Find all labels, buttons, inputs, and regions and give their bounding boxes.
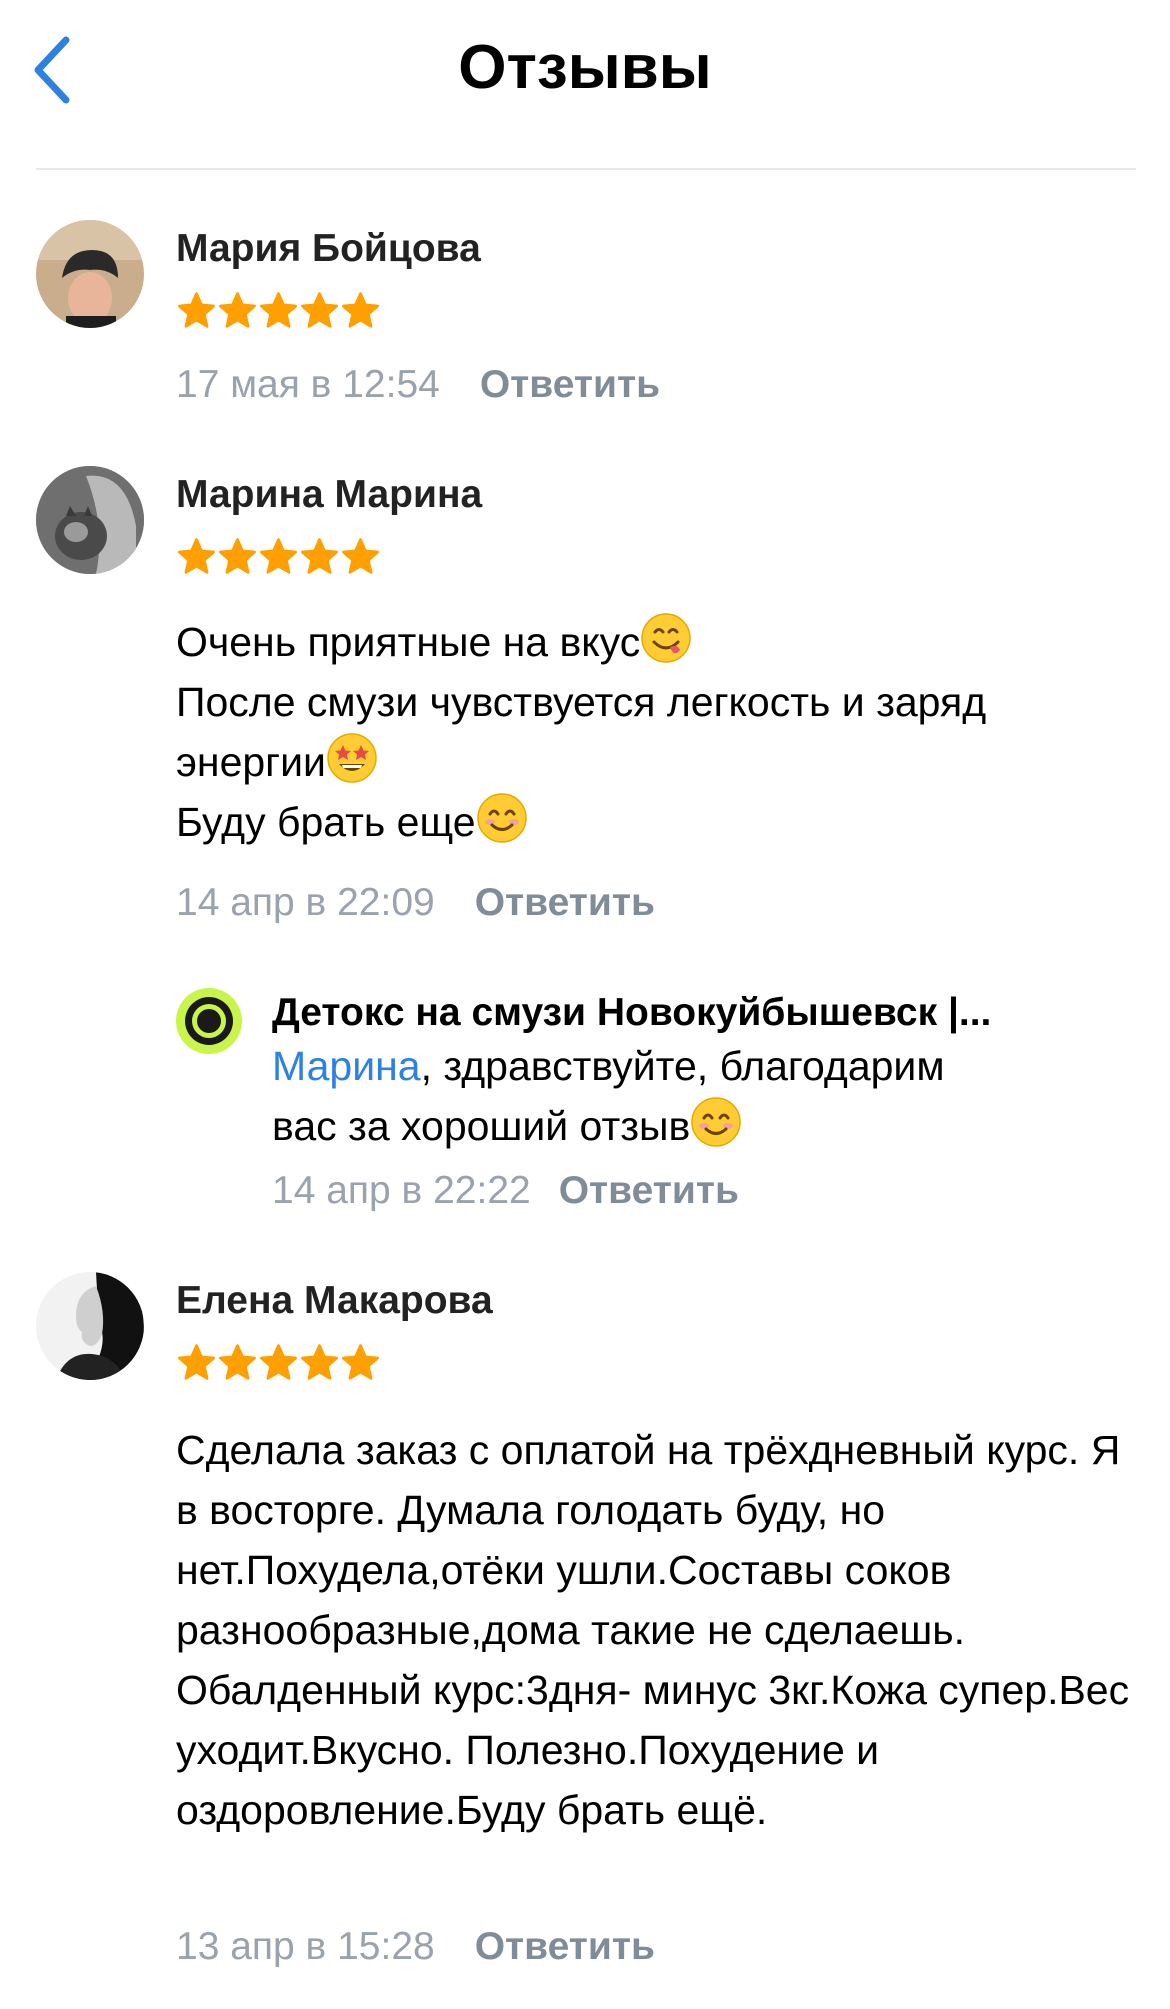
top-bar: Отзывы — [0, 0, 1170, 168]
star-icon — [258, 290, 299, 332]
review-text-line: энергии — [176, 739, 326, 785]
review-date: 14 апр в 22:09 — [176, 881, 435, 924]
review-text: Сделала заказ с оплатой на трёхдневный к… — [176, 1427, 1130, 1833]
group-logo-icon — [176, 988, 242, 1054]
star-icon — [340, 290, 381, 332]
avatar[interactable] — [36, 466, 144, 574]
reply-author[interactable]: Детокс на смузи Новокуйбышевск |... — [272, 990, 991, 1036]
review-date: 17 мая в 12:54 — [176, 363, 440, 406]
star-icon — [299, 536, 340, 578]
star-icon — [217, 1342, 258, 1384]
avatar[interactable] — [36, 220, 144, 328]
smiling-face-emoji — [690, 1096, 742, 1148]
mention-link[interactable]: Марина — [272, 1043, 421, 1089]
star-struck-emoji — [326, 732, 378, 784]
star-icon — [340, 536, 381, 578]
review-author[interactable]: Марина Марина — [176, 472, 482, 518]
reply-meta: 14 апр в 22:22 Ответить — [272, 1166, 739, 1216]
star-icon — [217, 290, 258, 332]
reply-date: 14 апр в 22:22 — [272, 1169, 531, 1212]
review-meta: 13 апр в 15:28 Ответить — [176, 1922, 655, 1972]
star-icon — [299, 1342, 340, 1384]
page-title: Отзывы — [458, 33, 712, 102]
star-icon — [299, 290, 340, 332]
review-date: 13 апр в 15:28 — [176, 1925, 435, 1968]
smiling-face-emoji — [476, 792, 528, 844]
star-icon — [217, 536, 258, 578]
review-text-line: Очень приятные на вкус — [176, 619, 641, 665]
star-icon — [176, 536, 217, 578]
review-text: Очень приятные на вкус После смузи чувст… — [176, 612, 1136, 852]
review-meta: 14 апр в 22:09 Ответить — [176, 878, 655, 928]
header-divider — [36, 168, 1136, 170]
reply-button[interactable]: Ответить — [559, 1169, 739, 1212]
rating-stars — [176, 290, 381, 332]
reply-text: Марина, здравствуйте, благодарим вас за … — [272, 1036, 1132, 1156]
reply-button[interactable]: Ответить — [475, 881, 655, 924]
star-icon — [258, 1342, 299, 1384]
reply-text-part: вас за хороший отзыв — [272, 1103, 691, 1149]
star-icon — [176, 290, 217, 332]
review-text-line: Буду брать еще — [176, 799, 476, 845]
star-icon — [258, 536, 299, 578]
face-savoring-food-emoji — [640, 612, 692, 664]
star-icon — [176, 1342, 217, 1384]
review-author[interactable]: Елена Макарова — [176, 1278, 493, 1324]
review-meta: 17 мая в 12:54 Ответить — [176, 360, 660, 410]
review-author[interactable]: Мария Бойцова — [176, 226, 481, 272]
reply-button[interactable]: Ответить — [475, 1925, 655, 1968]
reply-button[interactable]: Ответить — [480, 363, 660, 406]
avatar[interactable] — [36, 1272, 144, 1380]
rating-stars — [176, 536, 381, 578]
group-avatar[interactable] — [176, 988, 242, 1054]
reply-text-part: , здравствуйте, благодарим — [420, 1043, 945, 1089]
review-text-line: После смузи чувствуется легкость и заряд — [176, 679, 987, 725]
rating-stars — [176, 1342, 381, 1384]
star-icon — [340, 1342, 381, 1384]
